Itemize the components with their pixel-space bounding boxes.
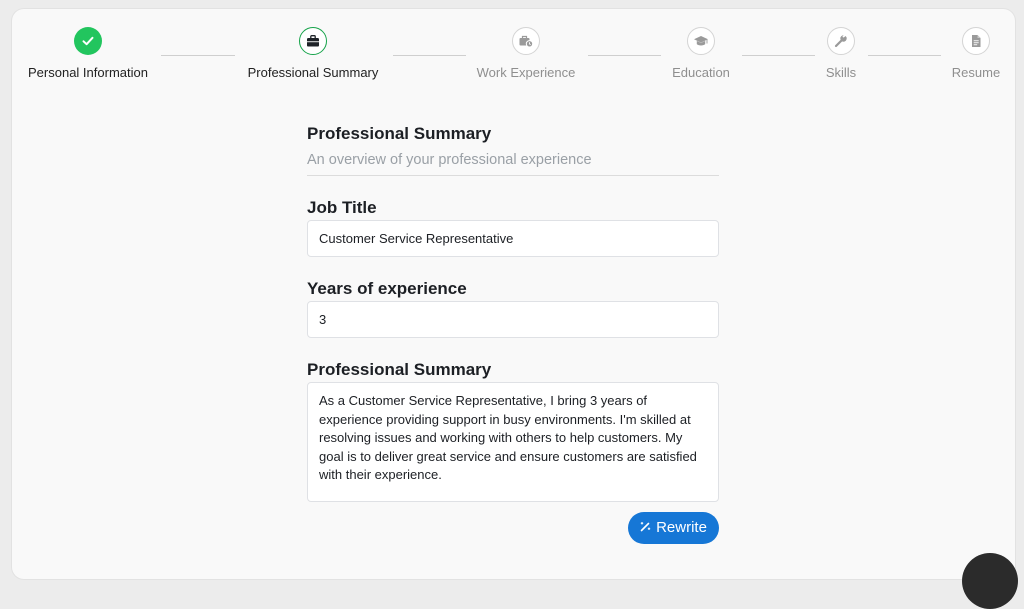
rewrite-button[interactable]: Rewrite (628, 512, 719, 544)
step-status-circle (827, 27, 855, 55)
wrench-icon (834, 34, 847, 48)
step-label: Work Experience (476, 65, 576, 80)
step-status-circle (687, 27, 715, 55)
step-education[interactable]: Education (621, 27, 781, 80)
floating-action-button[interactable] (962, 553, 1018, 609)
step-status-circle (299, 27, 327, 55)
graduation-cap-icon (694, 36, 708, 46)
step-professional-summary[interactable]: Professional Summary (233, 27, 393, 80)
step-status-circle (962, 27, 990, 55)
section-subtitle: An overview of your professional experie… (307, 152, 592, 168)
magic-wand-icon (640, 522, 651, 532)
section-divider (307, 175, 719, 176)
step-status-circle (74, 27, 102, 55)
step-connector (161, 55, 235, 56)
step-label: Resume (951, 65, 1001, 80)
job-title-label: Job Title (307, 198, 377, 217)
document-icon (972, 35, 981, 47)
work-experience-icon (519, 35, 534, 48)
step-label: Education (672, 65, 730, 80)
step-label: Professional Summary (247, 65, 379, 80)
briefcase-icon (307, 35, 319, 47)
professional-summary-label: Professional Summary (307, 360, 492, 379)
section-title: Professional Summary (307, 124, 492, 143)
step-label: Personal Information (28, 65, 148, 80)
job-title-input[interactable]: Customer Service Representative (307, 220, 719, 257)
rewrite-button-label: Rewrite (656, 519, 707, 536)
step-work-experience[interactable]: Work Experience (446, 27, 606, 80)
step-resume[interactable]: Resume (896, 27, 1024, 80)
professional-summary-textarea[interactable]: As a Customer Service Representative, I … (307, 382, 719, 502)
years-of-experience-label: Years of experience (307, 279, 467, 298)
step-status-circle (512, 27, 540, 55)
check-icon (82, 36, 94, 46)
years-of-experience-input[interactable]: 3 (307, 301, 719, 338)
step-personal-information[interactable]: Personal Information (8, 27, 168, 80)
